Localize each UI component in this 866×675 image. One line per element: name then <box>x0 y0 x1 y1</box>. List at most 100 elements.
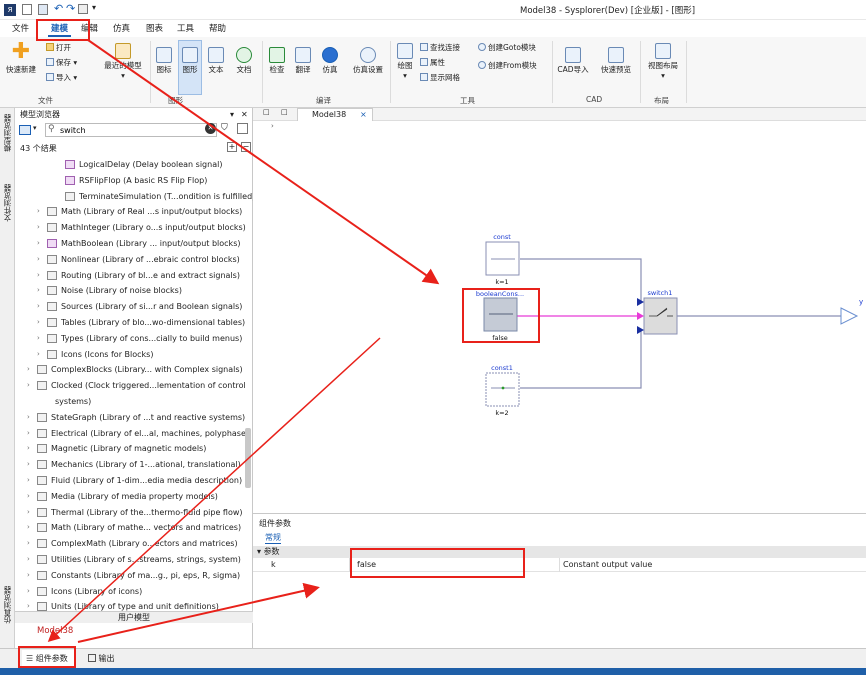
tree-expand-icon[interactable]: › <box>27 410 30 425</box>
icon-view-button[interactable]: 图标 <box>154 47 174 75</box>
tree-item[interactable]: › Utilities (Library of s...streams, stri… <box>15 552 253 567</box>
filter-icon[interactable]: ⛉ <box>221 123 228 133</box>
expand-all-icon[interactable]: + <box>227 142 237 152</box>
tree-expand-icon[interactable]: › <box>27 473 30 488</box>
tree-expand-icon[interactable]: › <box>37 347 40 362</box>
cad-import-button[interactable]: CAD导入 <box>556 47 590 75</box>
tree-item[interactable]: › Thermal (Library of the...thermo-fluid … <box>15 505 253 520</box>
tree-item[interactable]: › ComplexMath (Library o...ectors and mat… <box>15 536 253 551</box>
menu-chart[interactable]: 图表 <box>143 22 166 37</box>
collapse-all-icon[interactable]: − <box>241 142 251 152</box>
tree-item[interactable]: › Constants (Library of ma...g., pi, eps,… <box>15 568 253 583</box>
tree-item[interactable]: › Nonlinear (Library of ...ebraic control… <box>15 252 253 267</box>
tree-expand-icon[interactable]: › <box>37 283 40 298</box>
tree-item[interactable]: LogicalDelay (Delay boolean signal) <box>15 157 253 172</box>
tree-expand-icon[interactable]: › <box>27 378 30 393</box>
quick-save-icon[interactable] <box>38 4 48 15</box>
tree-item[interactable]: › Sources (Library of si...r and Boolean … <box>15 299 253 314</box>
params-section-header[interactable]: ▾ 参数 <box>253 546 866 558</box>
tree-item[interactable]: › Icons (Icons for Blocks) <box>15 347 253 362</box>
tree-expand-icon[interactable]: › <box>37 315 40 330</box>
tree-expand-icon[interactable]: › <box>37 268 40 283</box>
tree-item[interactable]: › Math (Library of Real ...s input/output… <box>15 204 253 219</box>
tree-expand-icon[interactable]: › <box>27 441 30 456</box>
tree-item[interactable]: › Media (Library of media property models… <box>15 489 253 504</box>
tree-item[interactable]: › Noise (Library of noise blocks) <box>15 283 253 298</box>
tree-item[interactable]: › Routing (Library of bl...e and extract … <box>15 268 253 283</box>
view-menu-icon[interactable] <box>19 125 31 135</box>
draw-button[interactable]: 绘图 ▾ <box>394 43 416 81</box>
tree-expand-icon[interactable]: › <box>27 552 30 567</box>
tab-model-browser[interactable]: 模型浏览器 <box>2 114 13 152</box>
text-view-button[interactable]: 文本 <box>206 47 226 75</box>
create-from-button[interactable]: 创建From模块 <box>478 61 537 71</box>
tree-expand-icon[interactable]: › <box>27 520 30 535</box>
settings-icon[interactable] <box>237 123 248 134</box>
recent-models-button[interactable]: 最近的模型 ▾ <box>100 43 146 81</box>
tree-expand-icon[interactable]: › <box>37 252 40 267</box>
view-menu-chevron-icon[interactable]: ▾ <box>33 124 37 132</box>
diagram-view-button[interactable]: 图形 <box>178 40 202 95</box>
menu-help[interactable]: 帮助 <box>206 22 229 37</box>
doc-view-button[interactable]: 文档 <box>232 47 256 75</box>
output-port-icon[interactable] <box>840 307 859 325</box>
tree-expand-icon[interactable]: › <box>27 536 30 551</box>
tree-item[interactable]: › MathBoolean (Library ... input/output b… <box>15 236 253 251</box>
tree-expand-icon[interactable]: › <box>27 568 30 583</box>
attributes-button[interactable]: 属性 <box>420 58 445 68</box>
tree-item[interactable]: › Mechanics (Library of 1-...ational, tra… <box>15 457 253 472</box>
search-input[interactable] <box>60 125 200 136</box>
tree-expand-icon[interactable]: › <box>27 584 30 599</box>
sim-setup-button[interactable]: 仿真设置 <box>348 47 388 75</box>
tree-expand-icon[interactable]: › <box>27 457 30 472</box>
quick-preview-button[interactable]: 快速预览 <box>596 47 636 75</box>
tree-expand-icon[interactable]: › <box>27 426 30 441</box>
check-button[interactable]: 检查 <box>266 47 288 75</box>
redo-icon[interactable]: ↷ <box>66 2 75 15</box>
save-button[interactable]: 保存 ▾ <box>46 58 77 68</box>
tree-expand-icon[interactable]: › <box>37 204 40 219</box>
find-connection-button[interactable]: 查找连接 <box>420 43 460 53</box>
tab-output[interactable]: 输出 <box>88 650 115 667</box>
tree-expand-icon[interactable]: › <box>37 299 40 314</box>
tree-item[interactable]: › StateGraph (Library of ...t and reactiv… <box>15 410 253 425</box>
customize-icon[interactable]: ▾ <box>92 3 96 12</box>
undo-icon[interactable]: ↶ <box>54 2 63 15</box>
tree-item[interactable]: › ComplexBlocks (Library... with Complex … <box>15 362 253 377</box>
tree-expand-icon[interactable]: › <box>27 362 30 377</box>
menu-sim[interactable]: 仿真 <box>110 22 133 37</box>
view-layout-button[interactable]: 视图布局 ▾ <box>644 43 682 81</box>
tree-item[interactable]: RSFlipFlop (A basic RS Flip Flop) <box>15 173 253 188</box>
connection-const1-switch[interactable] <box>520 330 642 389</box>
tree-item[interactable]: › Magnetic (Library of magnetic models) <box>15 441 253 456</box>
translate-button[interactable]: 翻译 <box>292 47 314 75</box>
menu-build[interactable]: 建模 <box>48 22 72 37</box>
search-box[interactable]: ⚲ <box>45 123 217 137</box>
tree-item[interactable]: systems) <box>15 394 253 409</box>
create-goto-button[interactable]: 创建Goto模块 <box>478 43 536 53</box>
switch-input2-port-icon[interactable] <box>637 312 644 320</box>
connection-const-switch[interactable] <box>520 258 642 302</box>
tree-item[interactable]: › Icons (Library of icons) <box>15 584 253 599</box>
tree-expand-icon[interactable]: › <box>37 331 40 346</box>
user-model-item[interactable]: Model38 <box>37 626 73 636</box>
diagram-canvas[interactable]: const k=1 booleanCons... false const1 k=… <box>253 108 866 513</box>
tree-item[interactable]: › Electrical (Library of el...al, machine… <box>15 426 253 441</box>
tree-item[interactable]: › Math (Library of mathe... vectors and m… <box>15 520 253 535</box>
tree-item[interactable]: › Fluid (Library of 1-dim...edia media de… <box>15 473 253 488</box>
tree-expand-icon[interactable]: › <box>27 505 30 520</box>
open-button[interactable]: 打开 <box>46 43 71 53</box>
tab-sim-browser[interactable]: 仿真浏览器 <box>2 586 13 624</box>
tab-component-params[interactable]: ☰ 组件参数 <box>22 650 74 667</box>
close-icon[interactable]: ✕ <box>241 108 248 122</box>
block-const1[interactable] <box>485 372 520 407</box>
menu-edit[interactable]: 编辑 <box>78 22 101 37</box>
tree-expand-icon[interactable]: › <box>27 489 30 504</box>
tree-item[interactable]: TerminateSimulation (T...ondition is ful… <box>15 189 253 204</box>
clear-search-icon[interactable]: ✕ <box>205 123 216 134</box>
tree-item[interactable]: › Clocked (Clock triggered...lementation … <box>15 378 253 393</box>
tree-expand-icon[interactable]: › <box>37 220 40 235</box>
tab-file-browser[interactable]: 文件浏览器 <box>2 184 13 222</box>
tree-expand-icon[interactable]: › <box>37 236 40 251</box>
tree-item[interactable]: › MathInteger (Library o...s input/output… <box>15 220 253 235</box>
